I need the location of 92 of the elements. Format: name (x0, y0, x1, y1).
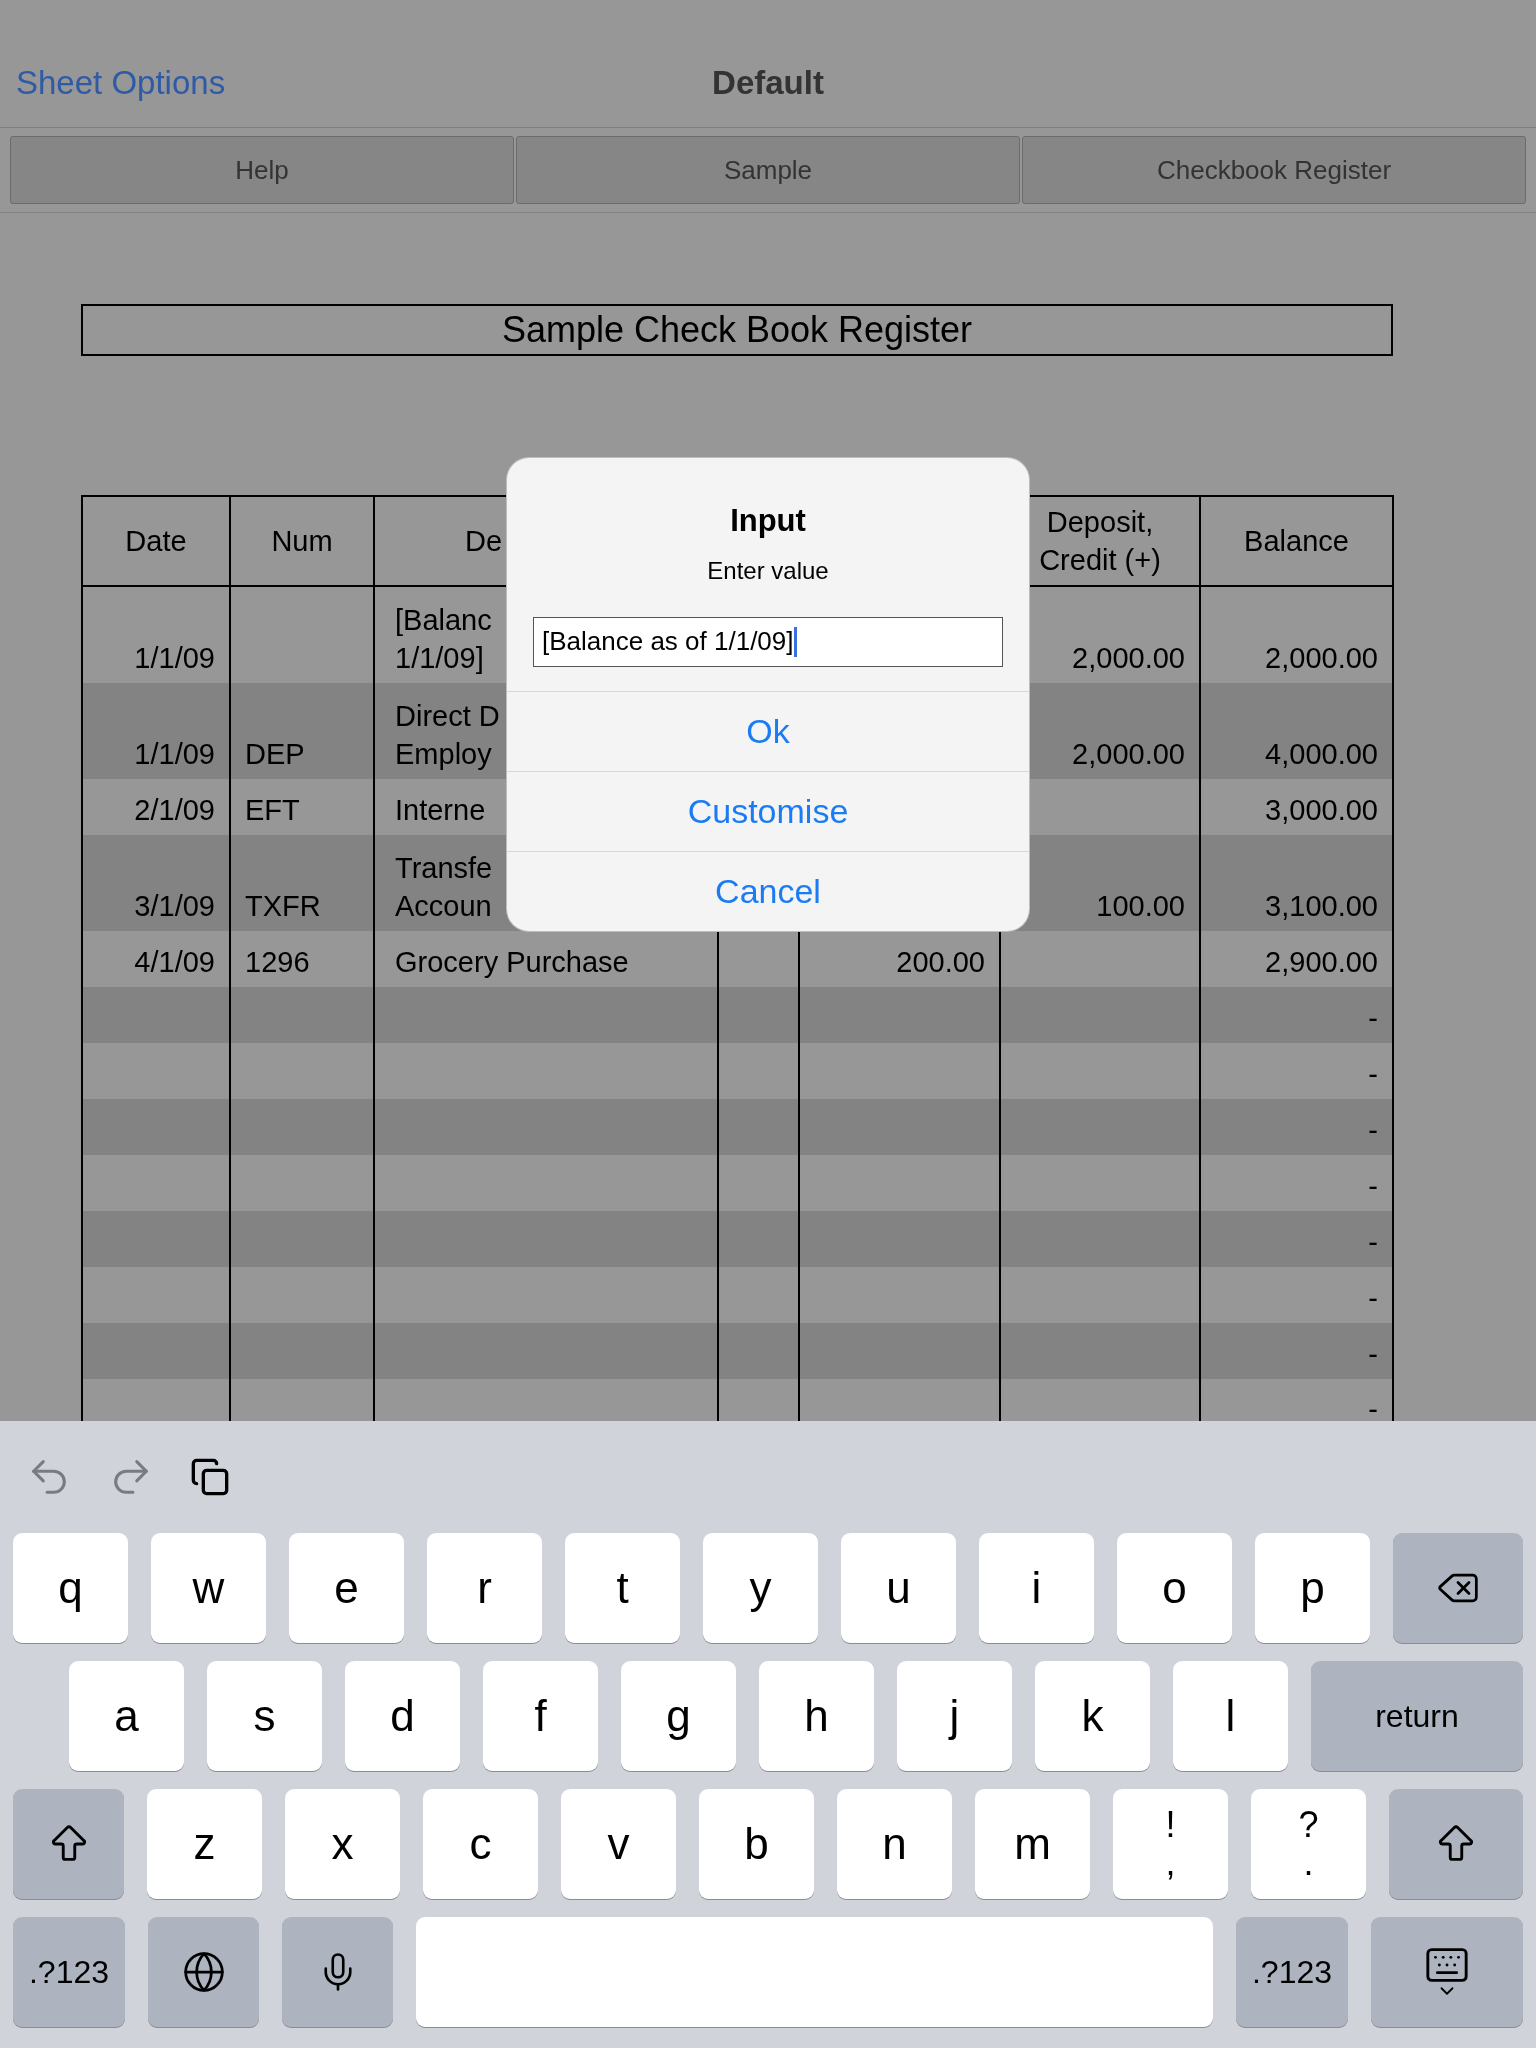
table-cell-text: Accoun (395, 889, 492, 924)
backspace-key[interactable] (1393, 1533, 1523, 1643)
table-cell: 2,000.00 (1072, 738, 1185, 770)
dialog-message: Enter value (707, 555, 829, 586)
table-cell-text: Direct D (395, 699, 500, 734)
table-cell-text: 1/1/09] (395, 641, 484, 676)
dialog-button[interactable]: Ok (507, 690, 1029, 771)
shift-key[interactable] (13, 1789, 124, 1899)
microphone-key[interactable] (282, 1917, 393, 2027)
keyboard-key[interactable]: c (423, 1789, 538, 1899)
table-cell: EFT (245, 794, 300, 826)
keyboard-key[interactable]: i (979, 1533, 1094, 1643)
table-cell: - (1368, 1282, 1378, 1314)
table-cell: 2,900.00 (1265, 946, 1378, 978)
table-cell: 1296 (245, 946, 310, 978)
column-header: Date (125, 524, 187, 559)
paste-icon[interactable] (190, 1457, 230, 1497)
text-cursor-icon (793, 626, 797, 657)
hide-keyboard-key[interactable] (1371, 1917, 1523, 2027)
table-cell: 3,000.00 (1265, 794, 1378, 826)
keyboard-key[interactable]: q (13, 1533, 128, 1643)
keyboard-key[interactable]: b (699, 1789, 814, 1899)
sheet-title: Default (712, 62, 824, 103)
keyboard-key[interactable]: s (207, 1661, 322, 1771)
table-cell: 4/1/09 (134, 946, 215, 978)
table-cell: - (1368, 1338, 1378, 1370)
key-label: ! (1165, 1806, 1176, 1844)
table-cell-text: [Balanc (395, 603, 492, 638)
input-value: [Balance as of 1/1/09] (542, 625, 794, 658)
table-cell: 2,000.00 (1072, 642, 1185, 674)
keyboard-key[interactable]: a (69, 1661, 184, 1771)
shift-key[interactable] (1389, 1789, 1523, 1899)
table-cell: 200.00 (896, 946, 985, 978)
dialog-button[interactable]: Customise (507, 770, 1029, 851)
keyboard-key[interactable]: k (1035, 1661, 1150, 1771)
table-cell: - (1368, 1114, 1378, 1146)
table-cell: 2,000.00 (1265, 642, 1378, 674)
keyboard-key[interactable]: f (483, 1661, 598, 1771)
keyboard-key[interactable]: l (1173, 1661, 1288, 1771)
key-label: ? (1298, 1806, 1319, 1844)
keyboard-key[interactable]: y (703, 1533, 818, 1643)
register-title: Sample Check Book Register (81, 304, 1393, 356)
keyboard-key[interactable]: g (621, 1661, 736, 1771)
table-cell: 4,000.00 (1265, 738, 1378, 770)
numbers-key[interactable]: .?123 (13, 1917, 125, 2027)
table-cell: 1/1/09 (134, 738, 215, 770)
keyboard-key[interactable]: n (837, 1789, 952, 1899)
table-cell: 100.00 (1096, 890, 1185, 922)
keyboard-key[interactable]: e (289, 1533, 404, 1643)
table-cell: - (1368, 1170, 1378, 1202)
dialog-button[interactable]: Cancel (507, 850, 1029, 931)
key-sublabel: , (1165, 1844, 1176, 1882)
keyboard-key[interactable]: ! , (1113, 1789, 1228, 1899)
table-cell: - (1368, 1058, 1378, 1090)
table-cell: 1/1/09 (134, 642, 215, 674)
table-cell: TXFR (245, 890, 321, 922)
column-header: Num (271, 524, 333, 559)
keyboard-key[interactable]: r (427, 1533, 542, 1643)
keyboard-key[interactable]: h (759, 1661, 874, 1771)
table-cell-text: Employ (395, 737, 492, 772)
table-cell-text: Grocery Purchase (395, 945, 629, 980)
keyboard-key[interactable]: p (1255, 1533, 1370, 1643)
keyboard-key[interactable]: t (565, 1533, 680, 1643)
key-sublabel: . (1303, 1844, 1314, 1882)
table-cell: - (1368, 1226, 1378, 1258)
table-cell: 2/1/09 (134, 794, 215, 826)
column-header: Balance (1244, 524, 1349, 559)
keyboard-key[interactable]: u (841, 1533, 956, 1643)
keyboard-key[interactable]: w (151, 1533, 266, 1643)
column-header: De (465, 524, 503, 559)
table-cell-text: Transfe (395, 851, 493, 886)
numbers-key[interactable]: .?123 (1236, 1917, 1348, 2027)
dialog-title: Input (730, 502, 806, 540)
keyboard-key[interactable]: j (897, 1661, 1012, 1771)
keyboard-key[interactable]: d (345, 1661, 460, 1771)
table-cell: DEP (245, 738, 305, 770)
keyboard-key[interactable]: m (975, 1789, 1090, 1899)
globe-key[interactable] (148, 1917, 259, 2027)
globe-icon (181, 1950, 226, 1994)
table-cell: - (1368, 1002, 1378, 1034)
column-header: Deposit, Credit (+) (1038, 505, 1162, 578)
keyboard-key[interactable]: v (561, 1789, 676, 1899)
table-cell: 3,100.00 (1265, 890, 1378, 922)
input-field[interactable]: [Balance as of 1/1/09] (533, 616, 1003, 667)
keyboard-key[interactable]: ? . (1251, 1789, 1366, 1899)
table-cell: 3/1/09 (134, 890, 215, 922)
table-cell: - (1368, 1393, 1378, 1421)
keyboard-key[interactable]: o (1117, 1533, 1232, 1643)
table-cell-text: Interne (395, 793, 486, 828)
keyboard-key[interactable]: z (147, 1789, 262, 1899)
keyboard-key[interactable]: x (285, 1789, 400, 1899)
return-key[interactable]: return (1311, 1661, 1523, 1771)
